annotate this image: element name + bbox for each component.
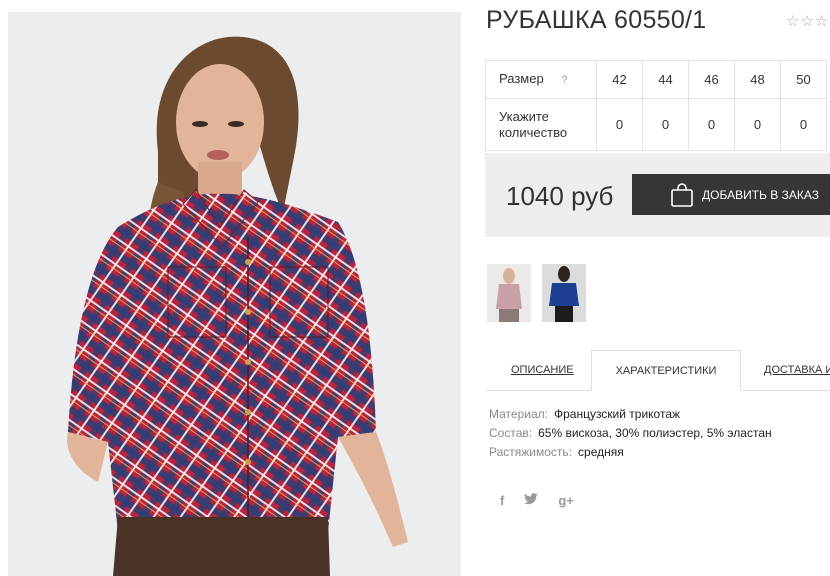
spec-row-composition: Состав: 65% вискоза, 30% полиэстер, 5% эл…: [489, 424, 772, 443]
thumbnail-blue-plaid[interactable]: [542, 264, 586, 322]
product-price: 1040 руб: [506, 181, 614, 211]
size-help-icon[interactable]: ?: [561, 72, 567, 88]
google-plus-icon[interactable]: g+: [558, 493, 574, 508]
size-label-cell: Размер ?: [485, 60, 597, 99]
social-share: f g+: [500, 493, 574, 508]
product-title: РУБАШКА 60550/1: [486, 6, 707, 34]
spec-row-stretch: Растяжимость: средняя: [489, 443, 772, 462]
model-illustration: [67, 36, 408, 576]
twitter-icon[interactable]: [524, 493, 539, 508]
thumbnail-red-plaid-image: [487, 264, 531, 322]
size-50: 50: [780, 60, 827, 99]
size-46: 46: [688, 60, 735, 99]
tab-characteristics[interactable]: ХАРАКТЕРИСТИКИ: [591, 350, 741, 391]
tab-description[interactable]: ОПИСАНИЕ: [511, 350, 574, 390]
size-44: 44: [642, 60, 689, 99]
quantity-input-46[interactable]: 0: [688, 98, 735, 151]
thumbnail-red-plaid[interactable]: [487, 264, 531, 322]
quantity-label-line1: Укажите: [499, 108, 549, 124]
quantity-input-48[interactable]: 0: [734, 98, 781, 151]
spec-value: средняя: [578, 445, 624, 459]
spec-value: 65% вискоза, 30% полиэстер, 5% эластан: [538, 426, 772, 440]
quantity-input-44[interactable]: 0: [642, 98, 689, 151]
spec-key: Состав:: [489, 426, 533, 440]
size-quantity-table: Размер ? 42 44 46 48 50 Укажите количест…: [485, 60, 827, 151]
thumbnail-blue-plaid-image: [542, 264, 586, 322]
quantity-input-42[interactable]: 0: [596, 98, 643, 151]
spec-value: Французский трикотаж: [553, 407, 681, 421]
size-42: 42: [596, 60, 643, 99]
product-main-photo[interactable]: [8, 12, 461, 576]
size-48: 48: [734, 60, 781, 99]
spec-row-material: Материал: Французский трикотаж: [489, 405, 772, 424]
spec-key: Материал:: [489, 407, 548, 421]
tab-delivery[interactable]: ДОСТАВКА И: [764, 350, 830, 390]
quantity-label-line2: количество: [499, 124, 568, 140]
quantity-input-50[interactable]: 0: [780, 98, 827, 151]
rating-stars-icon[interactable]: ☆☆☆: [786, 12, 829, 30]
facebook-icon[interactable]: f: [500, 493, 504, 508]
product-info-tabs: ОПИСАНИЕ ХАРАКТЕРИСТИКИ ДОСТАВКА И: [486, 350, 830, 391]
spec-key: Растяжимость:: [489, 445, 573, 459]
size-row: Размер ? 42 44 46 48 50: [485, 60, 827, 99]
add-to-order-label: ДОБАВИТЬ В ЗАКАЗ: [702, 187, 819, 202]
quantity-row: Укажите количество 0 0 0 0 0: [485, 98, 827, 151]
add-to-order-button[interactable]: ДОБАВИТЬ В ЗАКАЗ: [632, 174, 830, 215]
quantity-label-cell: Укажите количество: [485, 98, 597, 151]
characteristics-list: Материал: Французский трикотаж Состав: 65%…: [489, 405, 772, 462]
shopping-bag-icon: [670, 182, 694, 208]
size-label: Размер: [499, 71, 544, 86]
price-panel: 1040 руб ДОБАВИТЬ В ЗАКАЗ: [485, 153, 830, 237]
